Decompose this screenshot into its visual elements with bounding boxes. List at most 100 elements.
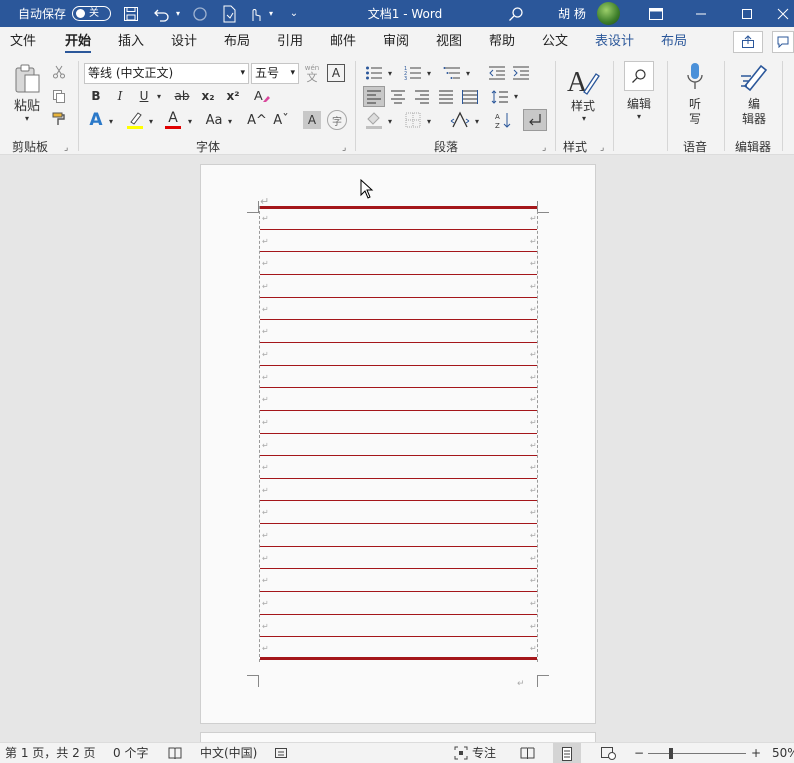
underline-button[interactable]: U <box>134 86 154 106</box>
subscript-button[interactable]: x₂ <box>197 86 219 106</box>
focus-icon[interactable] <box>454 746 468 761</box>
paste-button[interactable]: 粘贴 <box>8 95 46 114</box>
superscript-button[interactable]: x² <box>222 86 244 106</box>
zoom-out-button[interactable]: − <box>634 743 644 763</box>
distributed-icon[interactable] <box>459 86 481 107</box>
web-layout-icon[interactable] <box>601 746 616 761</box>
editing-button[interactable]: 编辑 <box>621 95 657 111</box>
zoom-slider-track[interactable] <box>648 753 746 754</box>
text-effects-dropdown-icon[interactable]: ▾ <box>106 113 116 129</box>
shading-dropdown-icon[interactable]: ▾ <box>385 113 395 129</box>
tab-official-doc[interactable]: 公文 <box>542 27 568 57</box>
justify-icon[interactable] <box>435 86 457 107</box>
sort-icon[interactable]: AZ <box>492 109 514 131</box>
page-count[interactable]: 第 1 页，共 2 页 <box>5 743 96 763</box>
strikethrough-button[interactable]: ab <box>171 86 193 106</box>
user-name[interactable]: 胡 杨 <box>552 0 592 27</box>
cut-icon[interactable] <box>50 63 68 81</box>
highlighter-icon[interactable] <box>124 109 146 131</box>
tab-table-design[interactable]: 表设计 <box>595 27 634 57</box>
tab-layout[interactable]: 布局 <box>224 27 250 57</box>
highlight-dropdown-icon[interactable]: ▾ <box>146 113 156 129</box>
share-icon[interactable] <box>733 31 763 53</box>
format-painter-icon[interactable] <box>50 110 68 128</box>
minimize-icon[interactable] <box>689 0 713 27</box>
editor-label-2[interactable]: 辑器 <box>737 110 771 126</box>
ruled-table[interactable]: ↵ ↵ ↵ ↵ ↵ ↵ ↵ ↵ ↵ ↵ ↵ ↵ ↵ ↵ ↵ ↵ ↵ ↵ ↵ ↵ ↵ ↵ ↵ ↵ ↵ ↵ ↵ ↵ ↵ ↵ ↵ ↵ ↵ ↵ ↵ ↵ ↵ ↵ ↵ ↵ <box>259 206 538 662</box>
paragraph-launcher-icon[interactable]: ⌟ <box>542 143 546 153</box>
align-left-icon[interactable] <box>363 86 385 107</box>
character-shading-button[interactable]: A <box>303 111 321 129</box>
dictate-label-2[interactable]: 写 <box>683 110 707 126</box>
undo-icon[interactable] <box>151 0 173 27</box>
accessibility-icon[interactable] <box>274 746 288 761</box>
italic-button[interactable]: I <box>110 86 130 106</box>
editing-dropdown-icon[interactable]: ▾ <box>633 111 645 121</box>
proofing-icon[interactable] <box>168 746 182 761</box>
redo-icon[interactable] <box>189 0 211 27</box>
autosave-toggle[interactable]: 关 <box>72 6 111 21</box>
borders-icon[interactable] <box>402 109 424 131</box>
save-icon[interactable] <box>121 0 141 27</box>
change-case-dropdown-icon[interactable]: ▾ <box>225 113 235 129</box>
tab-review[interactable]: 审阅 <box>383 27 409 57</box>
editor-pen-icon[interactable] <box>737 61 771 93</box>
search-icon[interactable] <box>505 0 527 27</box>
styles-icon[interactable]: A <box>564 63 602 99</box>
clipboard-launcher-icon[interactable]: ⌟ <box>64 143 68 153</box>
print-layout-icon[interactable] <box>553 743 581 763</box>
tab-view[interactable]: 视图 <box>436 27 462 57</box>
bullets-icon[interactable] <box>363 63 385 83</box>
increase-indent-icon[interactable] <box>510 63 532 83</box>
close-icon[interactable] <box>772 0 794 27</box>
tab-help[interactable]: 帮助 <box>489 27 515 57</box>
styles-button[interactable]: 样式 <box>565 97 601 113</box>
multilevel-list-icon[interactable] <box>441 63 463 83</box>
decrease-indent-icon[interactable] <box>486 63 508 83</box>
comments-icon[interactable] <box>772 31 794 53</box>
bullets-dropdown-icon[interactable]: ▾ <box>385 65 395 81</box>
tab-table-layout[interactable]: 布局 <box>661 27 687 57</box>
borders-dropdown-icon[interactable]: ▾ <box>424 113 434 129</box>
font-launcher-icon[interactable]: ⌟ <box>342 143 346 153</box>
text-effects-button[interactable]: A <box>86 109 106 131</box>
word-count[interactable]: 0 个字 <box>113 743 148 763</box>
zoom-in-button[interactable]: + <box>751 743 761 763</box>
tab-insert[interactable]: 插入 <box>118 27 144 57</box>
font-color-dropdown-icon[interactable]: ▾ <box>185 113 195 129</box>
bold-button[interactable]: B <box>86 86 106 106</box>
undo-dropdown-icon[interactable]: ▾ <box>173 0 183 27</box>
numbering-dropdown-icon[interactable]: ▾ <box>424 65 434 81</box>
document-area[interactable]: ↵ ↵ ↵ ↵ ↵ ↵ ↵ ↵ ↵ ↵ ↵ ↵ ↵ ↵ ↵ ↵ ↵ ↵ ↵ ↵ ↵ ↵ ↵ ↵ ↵ ↵ ↵ ↵ ↵ ↵ ↵ ↵ ↵ ↵ ↵ ↵ ↵ ↵… <box>0 156 794 752</box>
customize-toolbar-icon[interactable]: ⌄ <box>286 0 302 27</box>
tab-mailings[interactable]: 邮件 <box>330 27 356 57</box>
paste-dropdown-icon[interactable]: ▾ <box>20 113 34 123</box>
font-name-select[interactable]: 等线 (中文正文) ▾ <box>84 63 249 84</box>
enclose-characters-button[interactable]: 字 <box>327 110 347 130</box>
document-page[interactable]: ↵ ↵ ↵ ↵ ↵ ↵ ↵ ↵ ↵ ↵ ↵ ↵ ↵ ↵ ↵ ↵ ↵ ↵ ↵ ↵ ↵ ↵ ↵ ↵ ↵ ↵ ↵ ↵ ↵ ↵ ↵ ↵ ↵ ↵ ↵ ↵ ↵ ↵… <box>200 164 596 724</box>
ribbon-display-icon[interactable] <box>644 0 668 27</box>
underline-dropdown-icon[interactable]: ▾ <box>154 88 164 104</box>
chinese-layout-icon[interactable] <box>448 109 472 131</box>
grow-font-button[interactable]: A^ <box>246 109 268 131</box>
touch-mode-icon[interactable] <box>244 0 266 27</box>
document-icon[interactable] <box>218 0 240 27</box>
tab-references[interactable]: 引用 <box>277 27 303 57</box>
find-icon[interactable] <box>624 61 654 91</box>
styles-dropdown-icon[interactable]: ▾ <box>578 113 590 123</box>
shading-icon[interactable] <box>363 109 385 131</box>
maximize-icon[interactable] <box>735 0 759 27</box>
shrink-font-button[interactable]: Aˇ <box>270 109 292 131</box>
focus-button[interactable]: 专注 <box>472 743 496 763</box>
character-border-icon[interactable]: A <box>327 64 345 82</box>
numbering-icon[interactable]: 123 <box>402 63 424 83</box>
multilevel-dropdown-icon[interactable]: ▾ <box>463 65 473 81</box>
phonetic-guide-icon[interactable]: wén 文 <box>303 62 321 84</box>
microphone-icon[interactable] <box>683 61 707 93</box>
read-mode-icon[interactable] <box>520 746 535 761</box>
font-size-select[interactable]: 五号 ▾ <box>251 63 299 84</box>
touch-dropdown-icon[interactable]: ▾ <box>266 0 276 27</box>
language-indicator[interactable]: 中文(中国) <box>200 743 257 763</box>
change-case-button[interactable]: Aa <box>202 109 226 131</box>
align-right-icon[interactable] <box>411 86 433 107</box>
